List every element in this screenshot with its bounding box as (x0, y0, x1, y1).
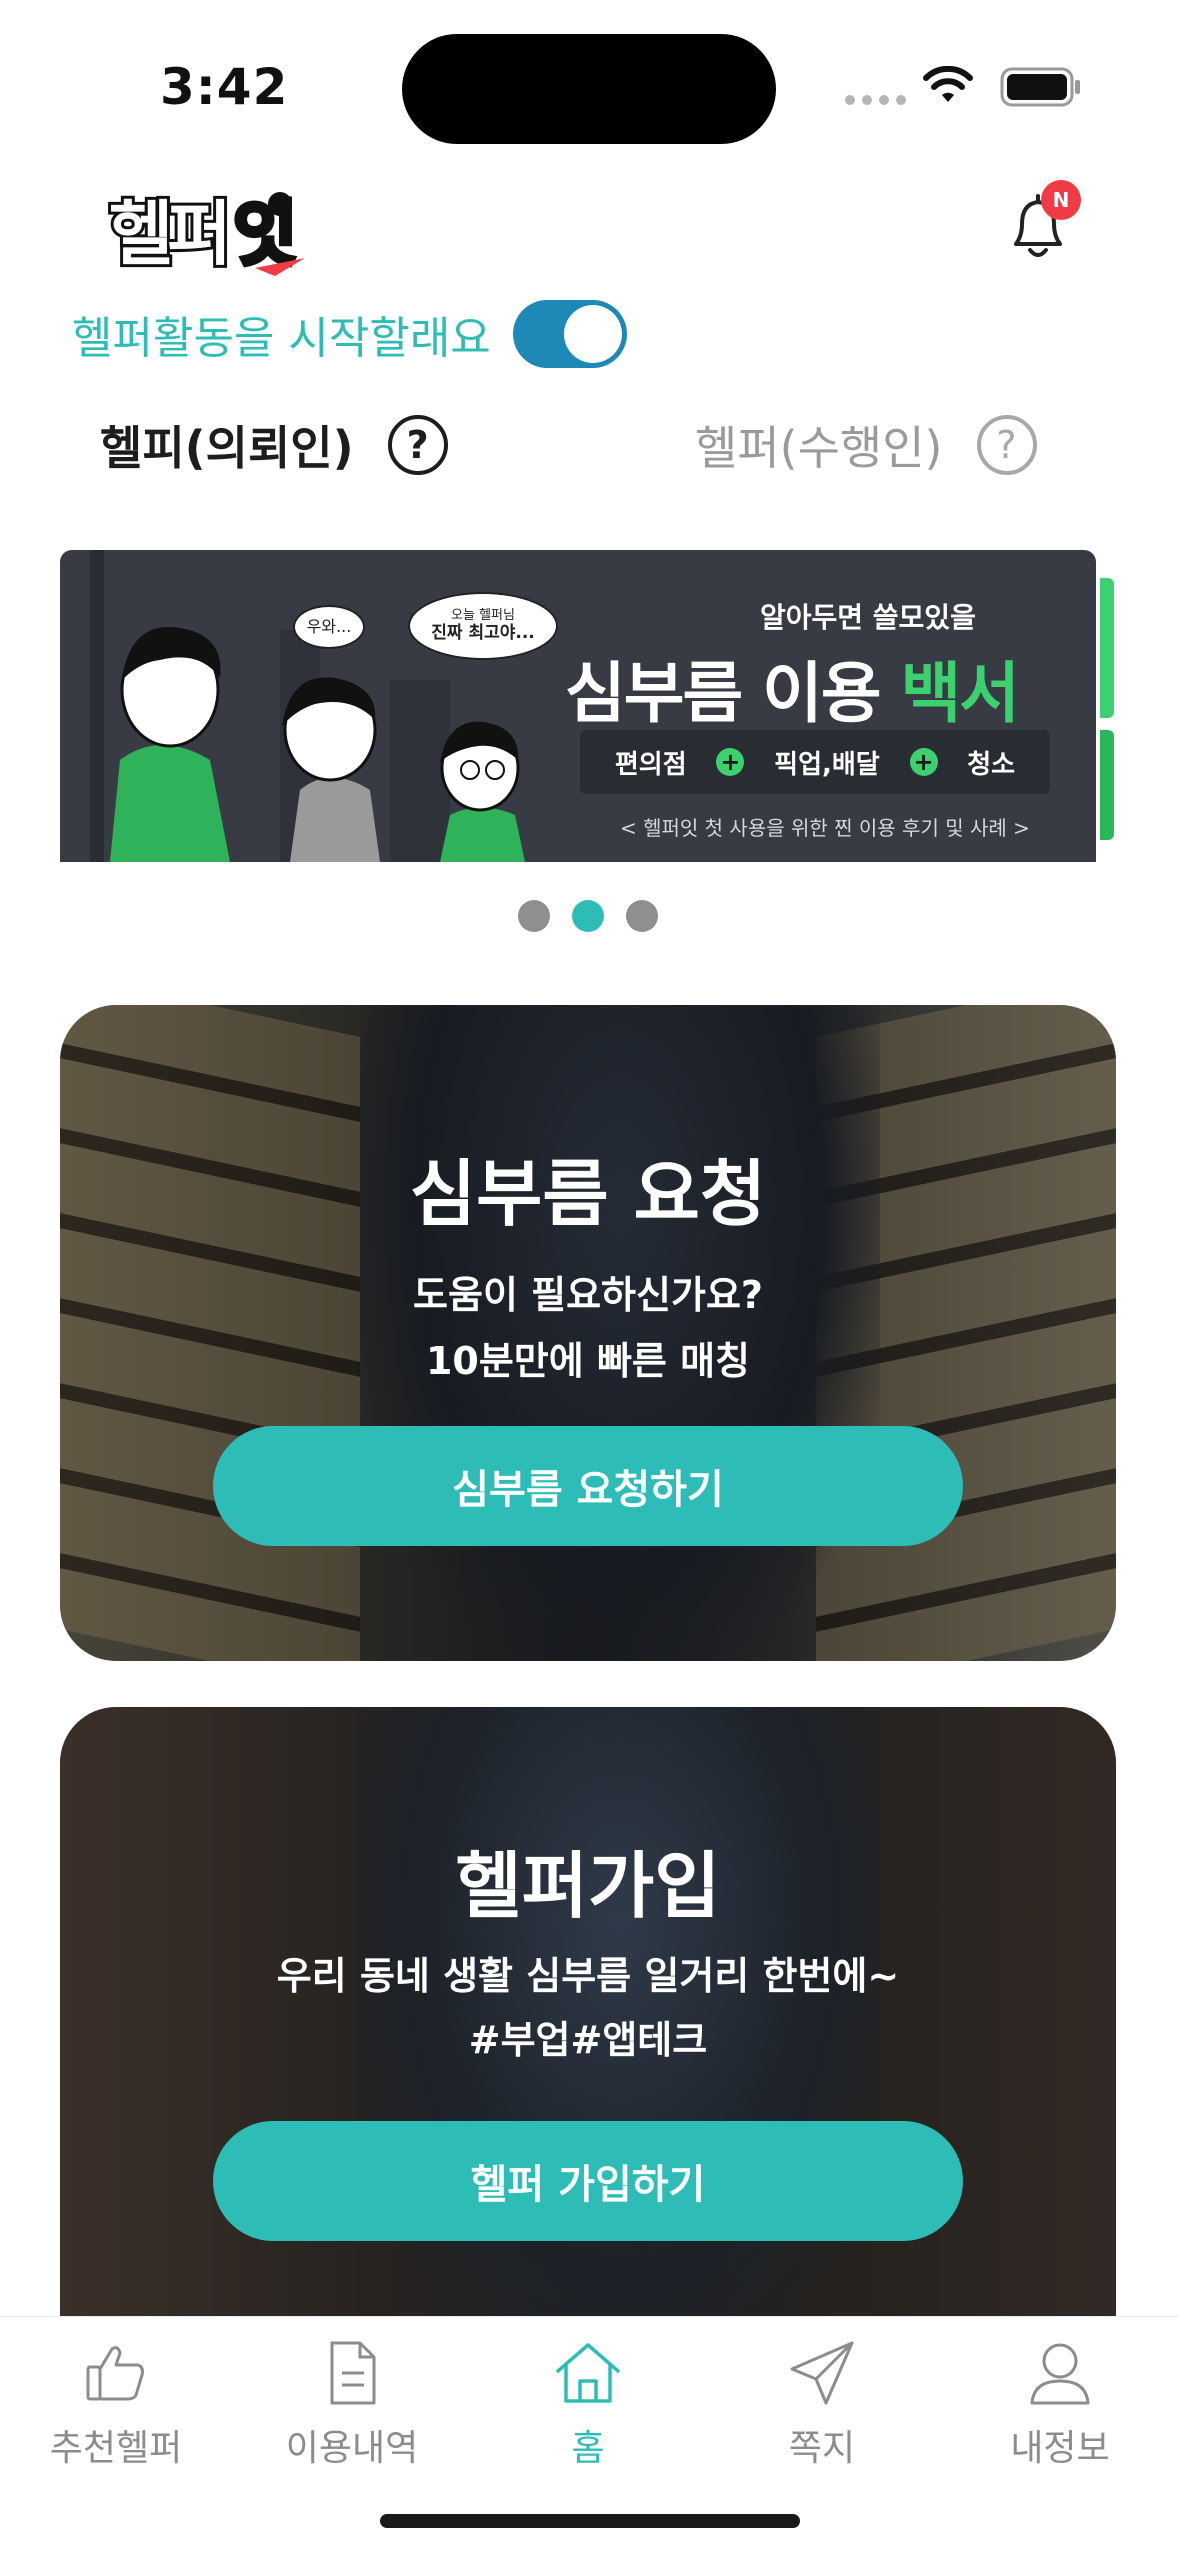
banner-pill-item: 청소 (967, 749, 1016, 780)
card-title: 심부름 요청 (409, 1152, 767, 1236)
status-time: 3:42 (160, 58, 289, 116)
plus-icon: + (716, 748, 745, 776)
role-helper-label: 헬퍼(수행인) (695, 421, 943, 475)
wifi-icon (923, 66, 973, 102)
card-title: 헬퍼가입 (455, 1844, 721, 1928)
card-description-line: #부업#앱테크 (468, 2018, 708, 2062)
status-bar: 3:42 (0, 0, 1179, 160)
tab-home[interactable]: 홈 (488, 2337, 688, 2471)
banner-footnote: < 헬퍼잇 첫 사용을 위한 찐 이용 후기 및 사례 > (620, 816, 1030, 840)
tab-usage-history[interactable]: 이용내역 (252, 2337, 452, 2471)
dynamic-island (402, 34, 776, 144)
helper-activity-toggle[interactable] (512, 300, 627, 368)
carousel-dot-active[interactable] (572, 900, 604, 932)
speech-bubble: 오늘 헬퍼님 진짜 최고야... (408, 592, 558, 660)
carousel-dot[interactable] (626, 900, 658, 932)
promo-banner[interactable]: 우와... 오늘 헬퍼님 진짜 최고야... 알아두면 쓸모있을 심부름 이용 … (60, 550, 1096, 862)
document-icon (330, 2341, 376, 2405)
tab-label: 쪽지 (788, 2428, 856, 2469)
toggle-knob (563, 305, 622, 363)
helper-activity-toggle-row: 헬퍼활동을 시작할래요 (72, 300, 627, 368)
card-description: 우리 동네 생활 심부름 일거리 한번에~ #부업#앱테크 (277, 1944, 899, 2072)
tab-messages[interactable]: 쪽지 (722, 2337, 922, 2471)
battery-icon (1000, 67, 1080, 107)
person-icon (1030, 2343, 1090, 2405)
tab-label: 추천헬퍼 (49, 2428, 183, 2469)
home-icon (556, 2343, 620, 2403)
home-indicator[interactable] (380, 2514, 800, 2528)
card-content: 심부름 요청 도움이 필요하신가요? 10분만에 빠른 매칭 (60, 1005, 1116, 1661)
banner-category-pill: 편의점 + 픽업,배달 + 청소 (580, 730, 1050, 794)
next-banner-peek (1100, 730, 1114, 840)
tab-label: 홈 (571, 2428, 605, 2469)
carousel-pagination (518, 900, 658, 932)
card-description-line: 우리 동네 생활 심부름 일거리 한번에~ (276, 1954, 900, 1998)
request-errand-button[interactable]: 심부름 요청하기 (213, 1426, 963, 1546)
svg-text:헬퍼: 헬퍼 (109, 193, 226, 275)
banner-pill-item: 편의점 (614, 749, 687, 780)
speech-bubble-line: 진짜 최고야... (431, 622, 535, 643)
plus-icon: + (909, 748, 938, 776)
tab-recommended-helpers[interactable]: 추천헬퍼 (16, 2337, 216, 2471)
carousel-dot[interactable] (518, 900, 550, 932)
help-question-icon[interactable]: ? (387, 415, 448, 475)
card-description: 도움이 필요하신가요? 10분만에 빠른 매칭 (413, 1262, 763, 1394)
app-logo: 헬퍼 헬퍼 잇 (105, 180, 310, 284)
role-helper[interactable]: 헬퍼(수행인) ? (695, 412, 1037, 478)
tab-label: 내정보 (1010, 2428, 1110, 2469)
tab-my-info[interactable]: 내정보 (960, 2337, 1160, 2471)
tab-label: 이용내역 (285, 2428, 419, 2469)
notification-badge: N (1041, 180, 1081, 220)
banner-title-main: 심부름 이용 (565, 655, 901, 732)
banner-title: 심부름 이용 백서 (565, 640, 1020, 736)
next-banner-peek (1100, 578, 1114, 718)
helper-signup-card[interactable]: 헬퍼가입 우리 동네 생활 심부름 일거리 한번에~ #부업#앱테크 헬퍼 가입… (60, 1707, 1116, 2317)
cellular-signal-icon (845, 95, 906, 105)
card-description-line: 도움이 필요하신가요? (413, 1273, 763, 1317)
toggle-label: 헬퍼활동을 시작할래요 (72, 313, 491, 364)
thumbs-up-icon (86, 2346, 144, 2401)
paper-plane-icon (790, 2341, 854, 2405)
role-client-label: 헬피(의뢰인) (100, 421, 354, 475)
banner-pill-item: 픽업,배달 (774, 749, 880, 780)
speech-bubble-line: 오늘 헬퍼님 (451, 607, 515, 623)
role-client[interactable]: 헬피(의뢰인) ? (100, 412, 448, 478)
card-description-line: 10분만에 빠른 매칭 (425, 1339, 751, 1383)
help-question-icon[interactable]: ? (976, 415, 1037, 475)
banner-subtitle: 알아두면 쓸모있을 (760, 601, 976, 634)
errand-request-card[interactable]: 심부름 요청 도움이 필요하신가요? 10분만에 빠른 매칭 심부름 요청하기 (60, 1005, 1116, 1661)
banner-title-accent: 백서 (900, 655, 1020, 732)
helper-signup-button[interactable]: 헬퍼 가입하기 (213, 2121, 963, 2241)
speech-bubble: 우와... (293, 605, 365, 649)
